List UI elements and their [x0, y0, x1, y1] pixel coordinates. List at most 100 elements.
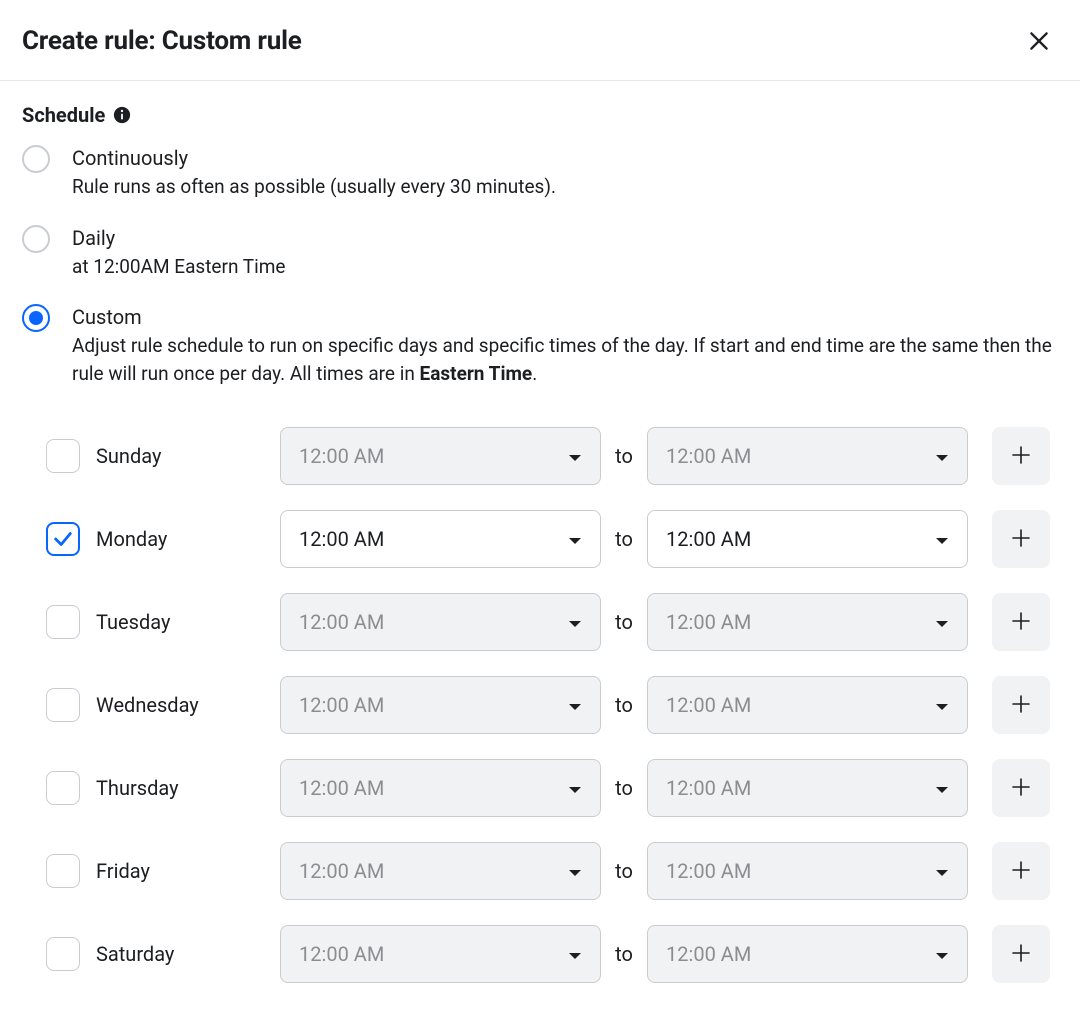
chevron-down-icon: [556, 527, 582, 551]
add-time-range-button[interactable]: [992, 925, 1050, 983]
radio-circle[interactable]: [22, 304, 50, 332]
radio-text: Continuously Rule runs as often as possi…: [72, 145, 1058, 201]
add-time-range-button[interactable]: [992, 842, 1050, 900]
to-label: to: [601, 444, 647, 468]
end-time-value: 12:00 AM: [666, 444, 751, 468]
end-time-select[interactable]: 12:00 AM: [647, 593, 968, 651]
chevron-down-icon: [923, 527, 949, 551]
end-time-select[interactable]: 12:00 AM: [647, 842, 968, 900]
day-label: Monday: [96, 527, 280, 551]
day-checkbox[interactable]: [46, 522, 80, 556]
radio-text: Daily at 12:00AM Eastern Time: [72, 225, 1058, 281]
to-label: to: [601, 942, 647, 966]
info-icon[interactable]: [113, 106, 131, 124]
day-checkbox[interactable]: [46, 854, 80, 888]
day-label: Tuesday: [96, 610, 280, 634]
add-time-range-button[interactable]: [992, 676, 1050, 734]
day-checkbox[interactable]: [46, 439, 80, 473]
chevron-down-icon: [923, 610, 949, 634]
radio-option-daily[interactable]: Daily at 12:00AM Eastern Time: [22, 225, 1058, 281]
day-label: Thursday: [96, 776, 280, 800]
start-time-value: 12:00 AM: [299, 859, 384, 883]
plus-icon: [1009, 609, 1033, 636]
section-label: Schedule: [22, 103, 105, 127]
day-checkbox[interactable]: [46, 605, 80, 639]
add-time-range-button[interactable]: [992, 759, 1050, 817]
plus-icon: [1009, 526, 1033, 553]
radio-desc: Rule runs as often as possible (usually …: [72, 173, 1058, 201]
close-button[interactable]: [1020, 22, 1058, 60]
chevron-down-icon: [923, 942, 949, 966]
plus-icon: [1009, 443, 1033, 470]
radio-label: Daily: [72, 225, 1058, 251]
chevron-down-icon: [556, 776, 582, 800]
day-label: Wednesday: [96, 693, 280, 717]
day-checkbox[interactable]: [46, 937, 80, 971]
desc-bold: Eastern Time: [420, 362, 533, 385]
radio-option-continuously[interactable]: Continuously Rule runs as often as possi…: [22, 145, 1058, 201]
start-time-select[interactable]: 12:00 AM: [280, 593, 601, 651]
chevron-down-icon: [556, 444, 582, 468]
day-row-sunday: Sunday 12:00 AM to 12:00 AM: [46, 427, 1058, 485]
to-label: to: [601, 693, 647, 717]
end-time-value: 12:00 AM: [666, 859, 751, 883]
day-row-thursday: Thursday 12:00 AM to 12:00 AM: [46, 759, 1058, 817]
start-time-value: 12:00 AM: [299, 776, 384, 800]
chevron-down-icon: [923, 693, 949, 717]
add-time-range-button[interactable]: [992, 510, 1050, 568]
start-time-select[interactable]: 12:00 AM: [280, 925, 601, 983]
plus-icon: [1009, 858, 1033, 885]
end-time-value: 12:00 AM: [666, 942, 751, 966]
day-row-saturday: Saturday 12:00 AM to 12:00 AM: [46, 925, 1058, 983]
end-time-value: 12:00 AM: [666, 610, 751, 634]
start-time-select[interactable]: 12:00 AM: [280, 842, 601, 900]
to-label: to: [601, 776, 647, 800]
day-label: Friday: [96, 859, 280, 883]
day-checkbox[interactable]: [46, 688, 80, 722]
radio-desc: Adjust rule schedule to run on specific …: [72, 332, 1058, 387]
dialog-header: Create rule: Custom rule: [0, 0, 1080, 81]
chevron-down-icon: [556, 942, 582, 966]
start-time-value: 12:00 AM: [299, 942, 384, 966]
day-row-monday: Monday 12:00 AM to 12:00 AM: [46, 510, 1058, 568]
end-time-value: 12:00 AM: [666, 527, 751, 551]
end-time-select[interactable]: 12:00 AM: [647, 510, 968, 568]
end-time-value: 12:00 AM: [666, 776, 751, 800]
radio-label: Custom: [72, 304, 1058, 330]
day-label: Sunday: [96, 444, 280, 468]
start-time-select[interactable]: 12:00 AM: [280, 427, 601, 485]
schedule-radio-group: Continuously Rule runs as often as possi…: [22, 145, 1058, 387]
radio-circle[interactable]: [22, 225, 50, 253]
start-time-select[interactable]: 12:00 AM: [280, 759, 601, 817]
desc-text: .: [532, 362, 537, 385]
plus-icon: [1009, 941, 1033, 968]
section-title: Schedule: [22, 103, 1058, 127]
radio-text: Custom Adjust rule schedule to run on sp…: [72, 304, 1058, 387]
radio-desc: at 12:00AM Eastern Time: [72, 253, 1058, 281]
radio-option-custom[interactable]: Custom Adjust rule schedule to run on sp…: [22, 304, 1058, 387]
desc-text: Adjust rule schedule to run on specific …: [72, 334, 1052, 385]
radio-circle[interactable]: [22, 145, 50, 173]
to-label: to: [601, 859, 647, 883]
end-time-select[interactable]: 12:00 AM: [647, 925, 968, 983]
start-time-value: 12:00 AM: [299, 444, 384, 468]
day-row-tuesday: Tuesday12:00 AMto12:00 AM: [46, 593, 1058, 651]
add-time-range-button[interactable]: [992, 593, 1050, 651]
day-row-wednesday: Wednesday12:00 AMto12:00 AM: [46, 676, 1058, 734]
day-label: Saturday: [96, 942, 280, 966]
to-label: to: [601, 527, 647, 551]
add-time-range-button[interactable]: [992, 427, 1050, 485]
chevron-down-icon: [556, 693, 582, 717]
dialog-title: Create rule: Custom rule: [22, 26, 302, 56]
end-time-select[interactable]: 12:00 AM: [647, 427, 968, 485]
start-time-value: 12:00 AM: [299, 527, 384, 551]
end-time-select[interactable]: 12:00 AM: [647, 676, 968, 734]
chevron-down-icon: [923, 444, 949, 468]
chevron-down-icon: [923, 859, 949, 883]
day-checkbox[interactable]: [46, 771, 80, 805]
start-time-select[interactable]: 12:00 AM: [280, 510, 601, 568]
chevron-down-icon: [923, 776, 949, 800]
start-time-select[interactable]: 12:00 AM: [280, 676, 601, 734]
end-time-value: 12:00 AM: [666, 693, 751, 717]
end-time-select[interactable]: 12:00 AM: [647, 759, 968, 817]
